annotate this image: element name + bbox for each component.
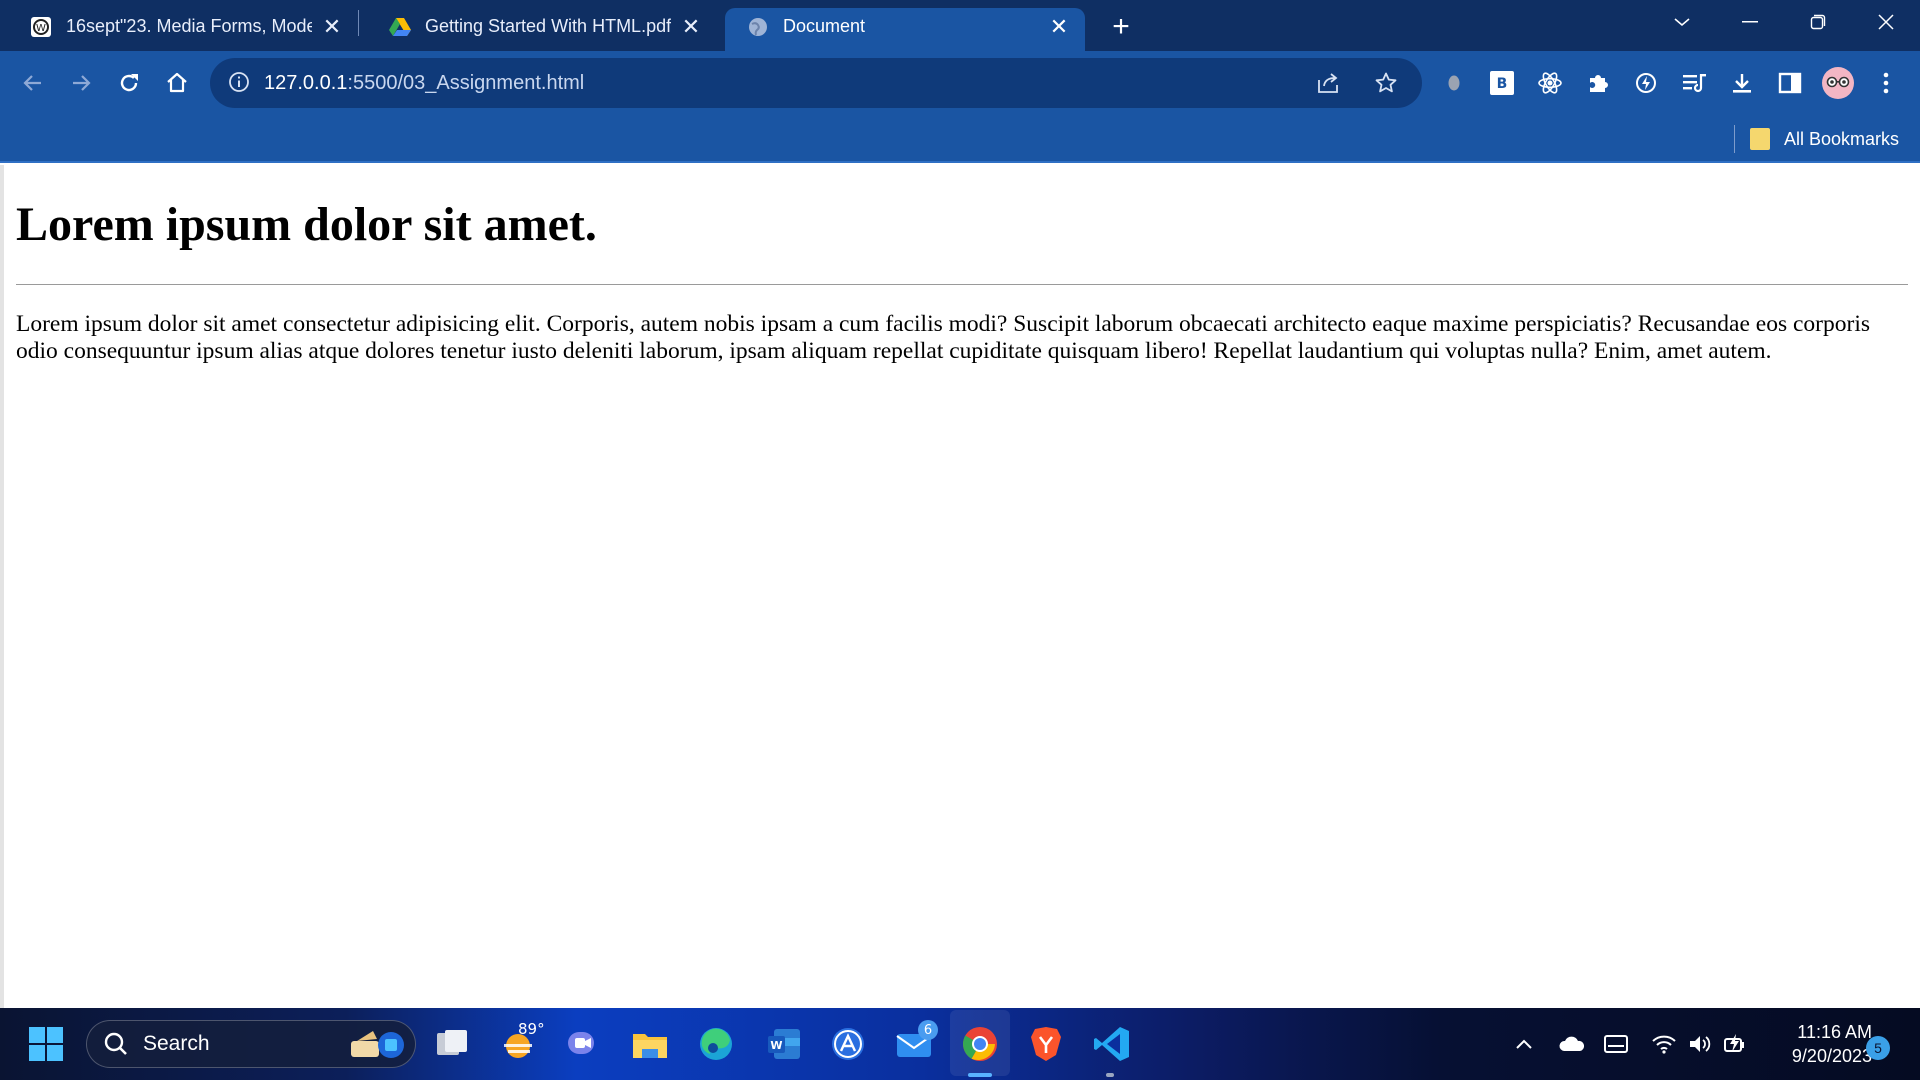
home-button[interactable] xyxy=(153,59,201,107)
mail-badge: 6 xyxy=(918,1020,938,1040)
vscode-icon[interactable] xyxy=(1090,1022,1134,1066)
weather-temperature: 89° xyxy=(518,1020,545,1038)
reload-button[interactable] xyxy=(105,59,153,107)
tab-document[interactable]: Document ✕ xyxy=(725,8,1085,51)
tab-title: 16sept"23. Media Forms, Modern xyxy=(66,16,312,36)
search-label: Search xyxy=(143,1032,210,1055)
close-icon[interactable]: ✕ xyxy=(1047,14,1071,39)
tab-strip: W 16sept"23. Media Forms, Modern ✕ Getti… xyxy=(0,0,1920,51)
all-bookmarks-button[interactable]: All Bookmarks xyxy=(1750,123,1899,155)
share-icon[interactable] xyxy=(1304,59,1352,107)
google-drive-icon xyxy=(389,16,411,38)
bookmarks-bar: All Bookmarks xyxy=(0,115,1920,163)
tab-media-forms[interactable]: W 16sept"23. Media Forms, Modern ✕ xyxy=(8,8,358,51)
windows-start-icon[interactable] xyxy=(28,1026,64,1062)
brave-browser-icon[interactable] xyxy=(1024,1022,1068,1066)
chevron-up-icon[interactable] xyxy=(1506,1026,1542,1062)
teams-chat-icon[interactable] xyxy=(560,1022,604,1066)
bookmarks-divider xyxy=(1734,125,1735,153)
word-icon[interactable]: W xyxy=(762,1022,806,1066)
globe-icon xyxy=(747,16,769,38)
wordpress-icon: W xyxy=(30,16,52,38)
task-view-icon[interactable] xyxy=(430,1022,474,1066)
search-highlight-icon xyxy=(343,1027,407,1063)
browser-toolbar: 127.0.0.1:5500/03_Assignment.html B xyxy=(0,51,1920,115)
taskbar-clock[interactable]: 11:16 AM 9/20/2023 xyxy=(1764,1020,1872,1068)
tab-title: Document xyxy=(783,16,866,36)
chrome-icon[interactable] xyxy=(958,1022,1002,1066)
bookmark-star-icon[interactable] xyxy=(1362,59,1410,107)
url-host: 127.0.0.1 xyxy=(264,71,348,94)
restore-icon[interactable] xyxy=(1784,0,1852,44)
side-panel-icon[interactable] xyxy=(1766,59,1814,107)
onedrive-icon[interactable] xyxy=(1554,1026,1590,1062)
vscode-running-indicator xyxy=(1106,1073,1114,1077)
page-viewport: Lorem ipsum dolor sit amet. Lorem ipsum … xyxy=(0,165,1920,1008)
page-heading: Lorem ipsum dolor sit amet. xyxy=(16,198,597,251)
horizontal-rule xyxy=(16,284,1908,286)
extensions-row: B xyxy=(1430,58,1910,108)
chrome-active-indicator xyxy=(968,1073,992,1077)
taskbar-search[interactable]: Search xyxy=(86,1020,416,1068)
volume-icon[interactable] xyxy=(1682,1026,1718,1062)
edge-browser-icon[interactable] xyxy=(694,1022,738,1066)
url-path: :5500/03_Assignment.html xyxy=(347,71,585,94)
extensions-puzzle-icon[interactable] xyxy=(1574,59,1622,107)
download-icon[interactable] xyxy=(1718,59,1766,107)
tab-search-chevron-icon[interactable] xyxy=(1648,0,1716,44)
window-controls xyxy=(1648,0,1920,44)
forward-button[interactable] xyxy=(57,59,105,107)
app-store-icon[interactable] xyxy=(826,1022,870,1066)
clock-date: 9/20/2023 xyxy=(1791,1046,1872,1066)
reading-list-icon[interactable] xyxy=(1670,59,1718,107)
omnibox-actions xyxy=(1304,58,1410,108)
url-text[interactable]: 127.0.0.1:5500/03_Assignment.html xyxy=(264,72,584,95)
keyboard-layout-icon[interactable] xyxy=(1598,1026,1634,1062)
taskbar: Search 89° W 6 11:16 AM 9/20/2023 5 xyxy=(0,1008,1920,1080)
close-icon[interactable]: ✕ xyxy=(679,14,703,39)
performance-icon[interactable] xyxy=(1622,59,1670,107)
extension-dot-icon[interactable] xyxy=(1430,59,1478,107)
all-bookmarks-label: All Bookmarks xyxy=(1784,128,1900,149)
profile-avatar-icon[interactable] xyxy=(1814,59,1862,107)
system-tray xyxy=(1500,1026,1754,1062)
new-tab-button[interactable]: + xyxy=(1099,5,1143,49)
notification-count-badge[interactable]: 5 xyxy=(1866,1036,1890,1060)
svg-text:B: B xyxy=(1497,76,1508,92)
search-icon xyxy=(103,1031,129,1057)
tab-getting-started-pdf[interactable]: Getting Started With HTML.pdf - ✕ xyxy=(367,8,717,51)
wifi-icon[interactable] xyxy=(1646,1026,1682,1062)
extension-b-icon[interactable]: B xyxy=(1478,59,1526,107)
file-explorer-icon[interactable] xyxy=(628,1022,672,1066)
svg-text:W: W xyxy=(36,23,46,34)
address-bar[interactable]: 127.0.0.1:5500/03_Assignment.html xyxy=(210,58,1422,108)
close-window-icon[interactable] xyxy=(1852,0,1920,44)
close-icon[interactable]: ✕ xyxy=(320,14,344,39)
minimize-icon[interactable] xyxy=(1716,0,1784,44)
page-paragraph: Lorem ipsum dolor sit amet consectetur a… xyxy=(16,311,1870,365)
svg-text:W: W xyxy=(770,1039,782,1052)
back-button[interactable] xyxy=(9,59,57,107)
battery-charging-icon[interactable] xyxy=(1718,1026,1754,1062)
tab-title: Getting Started With HTML.pdf - xyxy=(425,16,671,36)
tab-divider xyxy=(358,9,359,36)
react-devtools-icon[interactable] xyxy=(1526,59,1574,107)
site-info-icon[interactable] xyxy=(228,71,252,95)
browser-menu-icon[interactable] xyxy=(1862,59,1910,107)
clock-time: 11:16 AM xyxy=(1797,1022,1872,1042)
folder-icon xyxy=(1750,128,1770,150)
